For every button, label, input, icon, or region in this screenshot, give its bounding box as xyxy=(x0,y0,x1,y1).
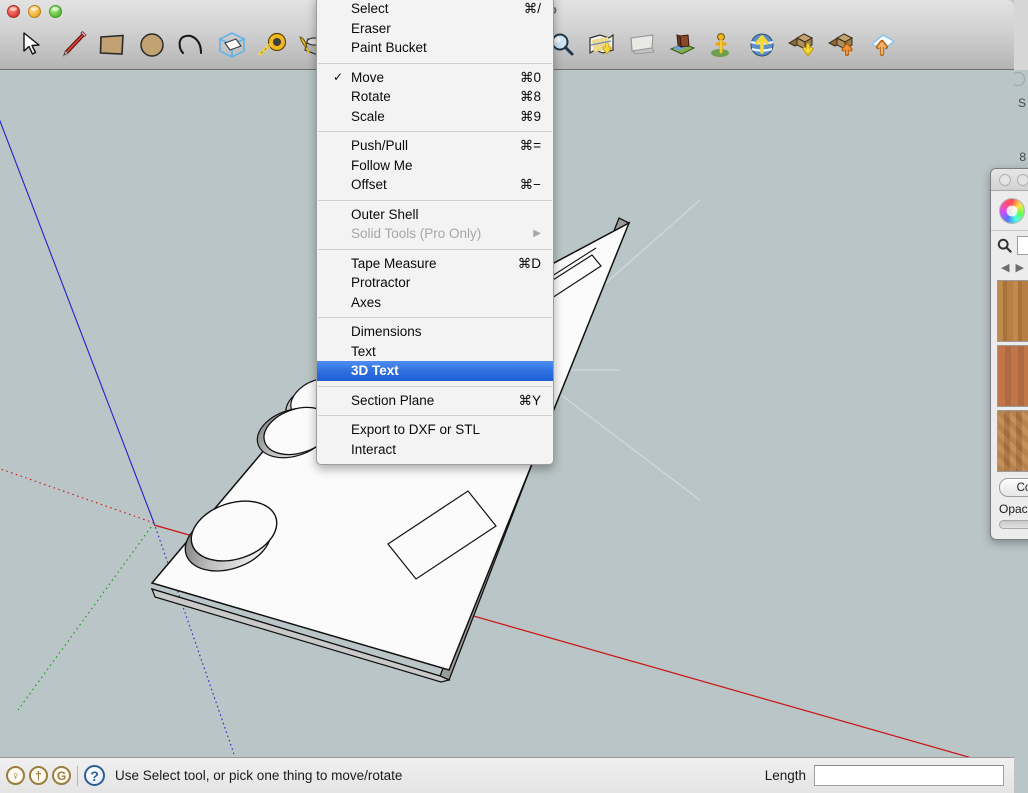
menu-separator-1 xyxy=(318,63,552,64)
menu-item-select[interactable]: Select ⌘/ xyxy=(317,0,553,19)
screen: S 8 Text - SketchUp xyxy=(0,0,1028,793)
arc-tool-button[interactable] xyxy=(172,25,212,65)
tape-measure-tool-button[interactable] xyxy=(252,25,292,65)
tools-menu[interactable]: Select ⌘/ Eraser Paint Bucket ✓ Move ⌘0 … xyxy=(316,0,554,465)
materials-nav[interactable]: ◀ ▶ xyxy=(1001,261,1028,274)
nav-forward-icon[interactable]: ▶ xyxy=(1015,261,1023,274)
menu-item-export-dxf-stl[interactable]: Export to DXF or STL xyxy=(317,420,553,440)
models-download-icon xyxy=(786,31,818,59)
sliver-text-8: 8 xyxy=(1019,150,1026,164)
menu-item-axes[interactable]: Axes xyxy=(317,293,553,313)
menu-separator-2 xyxy=(318,131,552,132)
share-component-tool-button[interactable] xyxy=(822,25,862,65)
menu-item-tape-measure[interactable]: Tape Measure ⌘D xyxy=(317,254,553,274)
circle-tool-button[interactable] xyxy=(132,25,172,65)
color-wheel-icon[interactable] xyxy=(999,198,1025,224)
material-swatch[interactable] xyxy=(997,280,1028,342)
add-location-tool-button[interactable] xyxy=(582,25,622,65)
menu-separator-7 xyxy=(318,415,552,416)
length-input[interactable] xyxy=(814,765,1004,786)
menu-item-protractor[interactable]: Protractor xyxy=(317,273,553,293)
menu-item-interact[interactable]: Interact xyxy=(317,440,553,460)
tape-measure-icon xyxy=(257,31,287,59)
component-box-icon xyxy=(216,30,248,60)
help-icon[interactable]: ? xyxy=(84,765,105,786)
materials-search-row[interactable] xyxy=(997,236,1028,255)
menu-item-move[interactable]: ✓ Move ⌘0 xyxy=(317,68,553,88)
search-icon xyxy=(997,238,1012,253)
model-info-tool-button[interactable] xyxy=(662,25,702,65)
menu-item-push-pull[interactable]: Push/Pull ⌘= xyxy=(317,136,553,156)
materials-close-button[interactable] xyxy=(999,174,1011,186)
status-message: Use Select tool, or pick one thing to mo… xyxy=(115,768,402,783)
pencil-icon xyxy=(57,30,87,60)
menu-separator-6 xyxy=(318,386,552,387)
share-model-tool-button[interactable] xyxy=(742,25,782,65)
colors-button[interactable]: Colors... xyxy=(999,478,1028,497)
material-swatch[interactable] xyxy=(997,345,1028,407)
rectangle-tool-button[interactable] xyxy=(92,25,132,65)
status-bar: ♀ † G ? Use Select tool, or pick one thi… xyxy=(0,757,1014,793)
menu-separator-4 xyxy=(318,249,552,250)
shadow-icon[interactable]: G xyxy=(52,766,71,785)
arrow-cursor-icon xyxy=(21,32,43,58)
map-download-icon xyxy=(587,31,617,59)
menu-item-dimensions[interactable]: Dimensions xyxy=(317,322,553,342)
menu-item-section-plane[interactable]: Section Plane ⌘Y xyxy=(317,391,553,411)
menu-separator-5 xyxy=(318,317,552,318)
select-tool-button[interactable] xyxy=(12,25,52,65)
rectangle-icon xyxy=(97,32,127,58)
circle-icon xyxy=(138,31,166,59)
blue-axis-positive xyxy=(0,108,154,523)
component-upload-icon xyxy=(866,31,898,59)
opacity-slider[interactable] xyxy=(999,520,1028,529)
measurement-area: Length xyxy=(765,765,1004,786)
menu-item-rotate[interactable]: Rotate ⌘8 xyxy=(317,87,553,107)
status-icon-group[interactable]: ♀ † G xyxy=(6,766,71,785)
position-camera-tool-button[interactable] xyxy=(702,25,742,65)
materials-minimize-button[interactable] xyxy=(1017,174,1028,186)
make-component-tool-button[interactable] xyxy=(212,25,252,65)
menu-item-text[interactable]: Text xyxy=(317,342,553,362)
red-axis-negative xyxy=(0,467,154,523)
menu-item-outer-shell[interactable]: Outer Shell xyxy=(317,205,553,225)
line-tool-button[interactable] xyxy=(52,25,92,65)
opacity-label: Opacity xyxy=(999,502,1028,516)
sliver-text-s: S xyxy=(1018,96,1026,110)
location-pin-icon[interactable]: ♀ xyxy=(6,766,25,785)
menu-item-paint-bucket[interactable]: Paint Bucket xyxy=(317,38,553,58)
globe-upload-icon xyxy=(748,31,776,59)
checkmark-icon: ✓ xyxy=(333,68,343,88)
status-divider xyxy=(77,766,78,786)
sketchup-window: Text - SketchUp xyxy=(0,0,1014,793)
person-icon[interactable]: † xyxy=(29,766,48,785)
menu-item-follow-me[interactable]: Follow Me xyxy=(317,156,553,176)
upload-component-tool-button[interactable] xyxy=(862,25,902,65)
materials-divider-2 xyxy=(997,539,1028,540)
menu-item-scale[interactable]: Scale ⌘9 xyxy=(317,107,553,127)
person-icon xyxy=(709,31,735,59)
materials-panel[interactable]: ◀ ▶ Colors... Opacity xyxy=(990,168,1028,540)
menu-item-solid-tools: Solid Tools (Pro Only) ▶ xyxy=(317,224,553,244)
photo-texture-tool-button[interactable] xyxy=(622,25,662,65)
materials-panel-body: ◀ ▶ Colors... Opacity xyxy=(991,191,1028,540)
materials-panel-titlebar xyxy=(991,169,1028,191)
book-model-icon xyxy=(667,31,697,59)
menu-item-offset[interactable]: Offset ⌘− xyxy=(317,175,553,195)
materials-search-input[interactable] xyxy=(1017,236,1028,255)
menu-separator-3 xyxy=(318,200,552,201)
material-swatch[interactable] xyxy=(997,410,1028,472)
length-label: Length xyxy=(765,768,806,783)
materials-divider-1 xyxy=(991,230,1028,231)
menu-item-eraser[interactable]: Eraser xyxy=(317,19,553,39)
green-axis-negative xyxy=(18,523,154,710)
models-upload-icon xyxy=(826,31,858,59)
submenu-arrow-icon: ▶ xyxy=(533,224,541,244)
nav-back-icon[interactable]: ◀ xyxy=(1001,261,1009,274)
menu-item-3d-text[interactable]: 3D Text xyxy=(317,361,553,381)
arc-icon xyxy=(177,31,207,59)
get-models-tool-button[interactable] xyxy=(782,25,822,65)
photo-texture-icon xyxy=(627,32,657,58)
